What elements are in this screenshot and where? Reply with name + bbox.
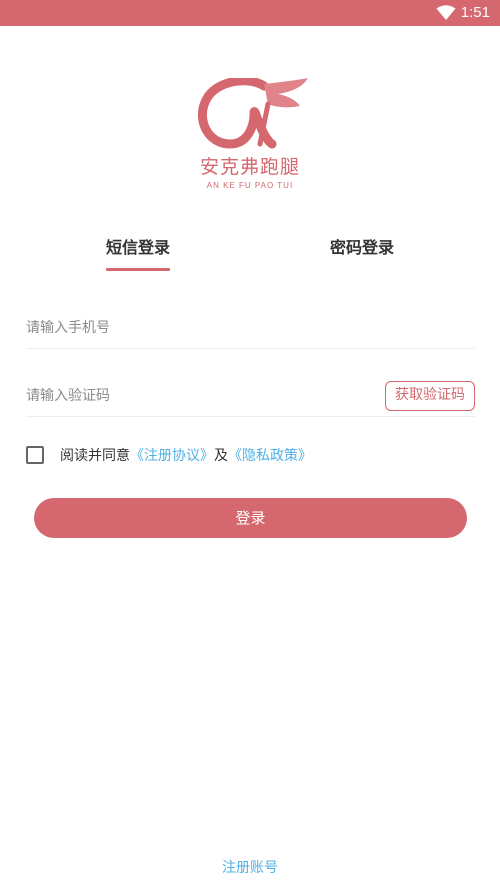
- login-button[interactable]: 登录: [34, 498, 467, 538]
- brand-name: 安克弗跑腿: [199, 156, 300, 178]
- login-tabs: 短信登录 密码登录: [0, 236, 500, 276]
- agreement-prefix: 阅读并同意: [60, 448, 130, 464]
- status-bar: 1:51: [0, 0, 500, 26]
- active-tab-indicator: [106, 268, 170, 271]
- agreement-text: 阅读并同意《注册协议》及《隐私政策》: [60, 445, 312, 467]
- get-code-button[interactable]: 获取验证码: [385, 381, 475, 411]
- logo-mark-icon: [197, 78, 308, 149]
- status-time: 1:51: [460, 4, 490, 21]
- wifi-icon: [436, 5, 456, 20]
- agreement-checkbox[interactable]: [26, 446, 44, 464]
- agreement-and: 及: [214, 448, 228, 464]
- app-logo: 安克弗跑腿 AN KE FU PAO TUI: [186, 78, 314, 196]
- tab-sms-login[interactable]: 短信登录: [100, 236, 176, 260]
- verification-code-input[interactable]: [26, 384, 366, 408]
- code-field: 获取验证码: [26, 376, 475, 417]
- phone-field: [26, 308, 475, 349]
- terms-link[interactable]: 《注册协议》: [130, 448, 214, 464]
- tab-password-login[interactable]: 密码登录: [324, 236, 400, 260]
- register-account-link[interactable]: 注册账号: [0, 857, 500, 879]
- brand-pinyin: AN KE FU PAO TUI: [206, 181, 294, 190]
- phone-input[interactable]: [26, 316, 366, 340]
- privacy-link[interactable]: 《隐私政策》: [228, 448, 312, 464]
- agreement-row: 阅读并同意《注册协议》及《隐私政策》: [26, 445, 486, 467]
